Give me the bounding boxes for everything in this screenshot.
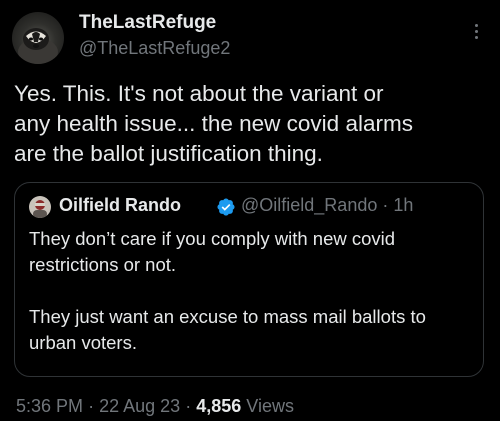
quoted-author-handle[interactable]: @Oilfield_Rando bbox=[241, 195, 377, 215]
footer-separator: · bbox=[185, 396, 192, 416]
badger-icon bbox=[18, 28, 58, 64]
tweet: TheLastRefuge @TheLastRefuge2 Yes. This.… bbox=[0, 0, 500, 421]
author-handle[interactable]: @TheLastRefuge2 bbox=[79, 38, 230, 59]
quoted-meta: @Oilfield_Rando · 1h bbox=[241, 195, 413, 216]
more-options-icon[interactable] bbox=[468, 24, 484, 48]
author-display-name[interactable]: TheLastRefuge bbox=[79, 12, 216, 34]
quoted-author-avatar[interactable] bbox=[29, 196, 51, 218]
quoted-author-name[interactable]: Oilfield Rando bbox=[59, 195, 181, 216]
views-label: Views bbox=[246, 396, 294, 416]
view-count: 4,856 bbox=[196, 396, 242, 416]
person-icon bbox=[33, 200, 47, 218]
verified-badge-icon bbox=[217, 198, 235, 216]
post-date[interactable]: 22 Aug 23 bbox=[99, 396, 180, 416]
quoted-tweet-text: They don’t care if you comply with new c… bbox=[29, 226, 473, 356]
post-time[interactable]: 5:36 PM bbox=[16, 396, 83, 416]
quoted-paragraph: They don’t care if you comply with new c… bbox=[29, 228, 396, 275]
meta-separator: · bbox=[382, 195, 389, 215]
author-avatar[interactable] bbox=[12, 12, 64, 64]
quoted-paragraph: They just want an excuse to mass mail ba… bbox=[29, 306, 426, 353]
quoted-time-ago[interactable]: 1h bbox=[393, 195, 413, 215]
quoted-tweet[interactable]: Oilfield Rando @Oilfield_Rando · 1h They… bbox=[14, 182, 484, 377]
tweet-text: Yes. This. It's not about the variant or… bbox=[14, 81, 413, 166]
footer-separator: · bbox=[88, 396, 95, 416]
tweet-footer: 5:36 PM · 22 Aug 23 · 4,856 Views bbox=[16, 396, 294, 417]
